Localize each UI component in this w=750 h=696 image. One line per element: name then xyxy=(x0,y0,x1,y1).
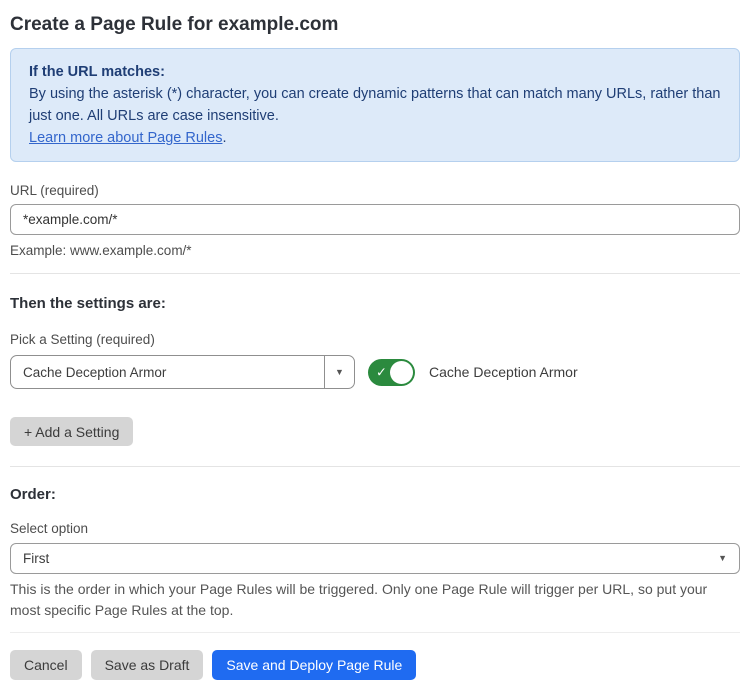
order-helper-text: This is the order in which your Page Rul… xyxy=(10,579,740,621)
divider-after-url xyxy=(10,273,740,274)
url-field-label: URL (required) xyxy=(10,182,740,199)
chevron-down-icon: ▼ xyxy=(335,368,344,377)
toggle-knob xyxy=(390,361,413,384)
chevron-down-icon: ▼ xyxy=(718,554,727,563)
order-select-value: First xyxy=(23,551,718,566)
page-title: Create a Page Rule for example.com xyxy=(10,10,740,38)
settings-section-heading: Then the settings are: xyxy=(10,294,740,313)
url-input[interactable] xyxy=(10,204,740,235)
info-box-body: By using the asterisk (*) character, you… xyxy=(29,83,721,127)
setting-select-value: Cache Deception Armor xyxy=(11,356,324,388)
cancel-button[interactable]: Cancel xyxy=(10,650,82,680)
save-as-draft-button[interactable]: Save as Draft xyxy=(91,650,204,680)
info-box-link-line: Learn more about Page Rules. xyxy=(29,127,721,149)
setting-toggle[interactable]: ✓ xyxy=(368,359,415,386)
pick-setting-label: Pick a Setting (required) xyxy=(10,331,740,348)
setting-select-dropdown[interactable]: Cache Deception Armor ▼ xyxy=(10,355,355,389)
learn-more-link[interactable]: Learn more about Page Rules xyxy=(29,130,222,146)
divider-after-settings xyxy=(10,466,740,467)
order-section-heading: Order: xyxy=(10,485,740,504)
info-box-heading: If the URL matches: xyxy=(29,61,721,83)
order-select-dropdown[interactable]: First ▼ xyxy=(10,543,740,574)
add-setting-button[interactable]: + Add a Setting xyxy=(10,417,133,446)
order-select-label: Select option xyxy=(10,520,740,537)
divider-before-footer xyxy=(10,632,740,633)
check-icon: ✓ xyxy=(376,366,387,379)
url-match-info-box: If the URL matches: By using the asteris… xyxy=(10,48,740,162)
setting-select-arrow-button[interactable]: ▼ xyxy=(324,356,354,388)
url-example-helper: Example: www.example.com/* xyxy=(10,242,740,259)
footer-actions: Cancel Save as Draft Save and Deploy Pag… xyxy=(10,650,740,680)
setting-toggle-label: Cache Deception Armor xyxy=(429,364,578,380)
link-suffix: . xyxy=(222,130,226,146)
setting-row: Cache Deception Armor ▼ ✓ Cache Deceptio… xyxy=(10,355,740,389)
save-and-deploy-button[interactable]: Save and Deploy Page Rule xyxy=(212,650,416,680)
